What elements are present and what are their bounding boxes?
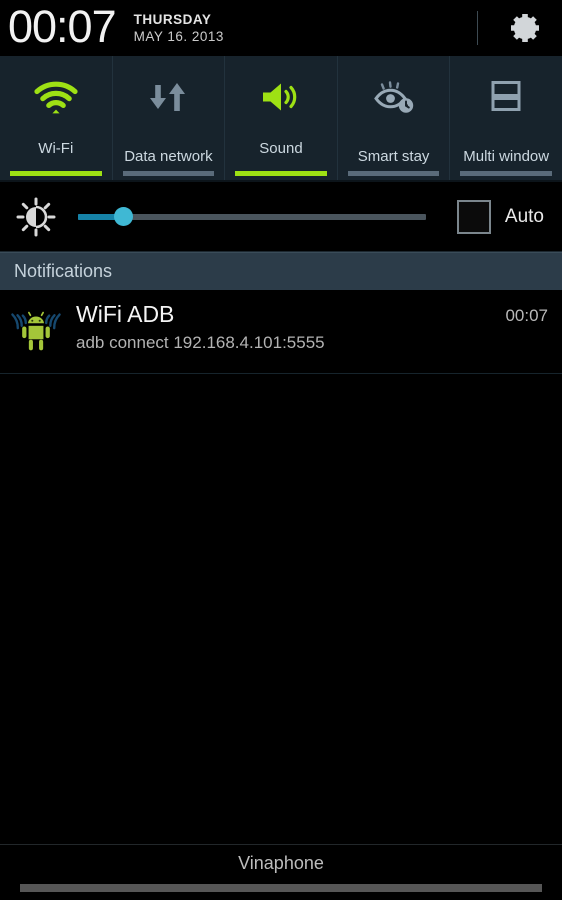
gear-icon[interactable]: [504, 8, 544, 48]
toggle-data-network[interactable]: Data network: [113, 56, 226, 180]
status-bar-right: [477, 0, 562, 56]
brightness-row: Auto: [0, 182, 562, 252]
data-network-icon: [144, 74, 192, 120]
toggle-label: Wi-Fi: [38, 140, 74, 157]
status-bar: 00:07 THURSDAY MAY 16. 2013: [0, 0, 562, 56]
toggle-sound[interactable]: Sound: [225, 56, 338, 180]
brightness-slider[interactable]: [78, 206, 426, 228]
notification-time: 00:07: [505, 306, 548, 325]
notification-body: WiFi ADB adb connect 192.168.4.101:5555: [66, 300, 505, 361]
date-label: MAY 16. 2013: [133, 29, 224, 44]
toggle-wifi[interactable]: Wi-Fi: [0, 56, 113, 180]
notifications-header: Notifications: [0, 252, 562, 290]
toggle-smart-stay[interactable]: Smart stay: [338, 56, 451, 180]
divider: [477, 11, 478, 45]
auto-brightness-checkbox[interactable]: [456, 199, 491, 234]
toggle-state-bar: [347, 171, 440, 176]
day-of-week: THURSDAY: [133, 12, 212, 27]
sound-icon: [257, 74, 305, 120]
notification-title: WiFi ADB: [76, 301, 175, 327]
clock: 00:07: [8, 1, 117, 52]
notifications-header-label: Notifications: [14, 261, 113, 281]
toggle-label: Sound: [259, 140, 303, 157]
toggle-state-bar: [460, 171, 552, 176]
slider-thumb[interactable]: [114, 207, 134, 226]
drag-handle[interactable]: [20, 884, 542, 892]
quick-settings-row: Wi-Fi Data network Sound Smart stay Mult…: [0, 56, 562, 182]
toggle-state-bar: [122, 171, 215, 176]
toggle-state-bar: [235, 171, 327, 176]
multi-window-icon: [484, 74, 528, 120]
toggle-state-bar: [10, 171, 102, 176]
notification-shade: 00:07 THURSDAY MAY 16. 2013 Wi-Fi Data n…: [0, 0, 562, 900]
toggle-label: Multi window: [463, 148, 550, 165]
auto-brightness-label: Auto: [504, 205, 544, 227]
notification-list: WiFi ADB adb connect 192.168.4.101:5555 …: [0, 290, 562, 374]
smart-stay-icon: [369, 74, 419, 120]
date-block: THURSDAY MAY 16. 2013: [134, 11, 224, 45]
notification-item[interactable]: WiFi ADB adb connect 192.168.4.101:5555 …: [0, 290, 562, 374]
auto-brightness-control[interactable]: Auto: [456, 199, 544, 234]
toggle-label: Smart stay: [357, 148, 430, 165]
wifi-icon: [32, 74, 80, 120]
brightness-icon: [14, 195, 58, 239]
toggle-label: Data network: [124, 148, 213, 165]
toggle-multi-window[interactable]: Multi window: [450, 56, 562, 180]
carrier-label: Vinaphone: [238, 853, 324, 873]
shade-bottom-bar: Vinaphone: [0, 844, 562, 900]
wifi-adb-android-icon: [10, 300, 66, 361]
notification-text: adb connect 192.168.4.101:5555: [76, 333, 325, 352]
